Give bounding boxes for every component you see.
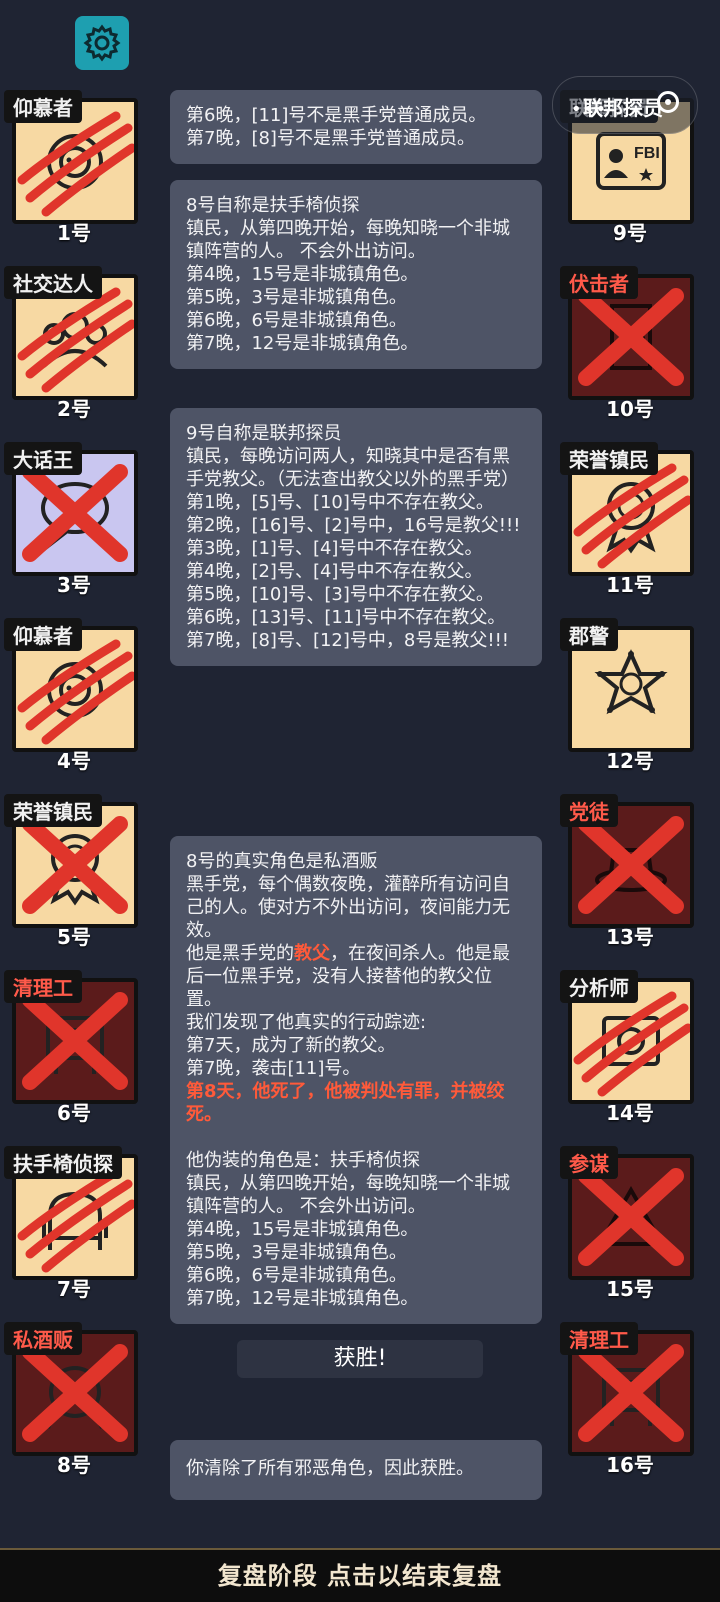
role-tag: 清理工 bbox=[560, 1322, 638, 1355]
role-reveal-card: 8号的真实角色是私酒贩 黑手党，每个偶数夜晚，灌醉所有访问自己的人。使对方不外出… bbox=[170, 836, 542, 1324]
miniprogram-capsule[interactable]: • • • 联邦探员 bbox=[552, 76, 698, 134]
player-number: 1号 bbox=[57, 221, 91, 245]
trace-line: 第7晚，袭击[11]号。 bbox=[186, 1058, 361, 1079]
player-slot[interactable]: 荣誉镇民 5号 bbox=[4, 794, 144, 949]
player-slot[interactable]: 党徒 13号 bbox=[560, 794, 700, 949]
victory-label: 获胜! bbox=[237, 1340, 483, 1378]
log-line: 镇民，每晚访问两人，知晓其中是否有黑手党教父。（无法查出教父以外的黑手党） bbox=[186, 446, 519, 490]
player-slot[interactable]: 分析师 14号 bbox=[560, 970, 700, 1125]
fake-desc: 镇民，从第四晚开始，每晚知晓一个非城镇阵营的人。 不会外出访问。 bbox=[186, 1173, 510, 1217]
player-number: 4号 bbox=[57, 749, 91, 773]
reveal-title: 8号的真实角色是私酒贩 bbox=[186, 851, 378, 872]
player-number: 11号 bbox=[606, 573, 654, 597]
fake-line: 第6晚，6号是非城镇角色。 bbox=[186, 1265, 407, 1286]
log-title: 9号自称是联邦探员 bbox=[186, 423, 342, 444]
settings-button[interactable] bbox=[75, 16, 129, 70]
capsule-role-text: 联邦探员 bbox=[583, 96, 663, 120]
log-line: 第6晚，[11]号不是黑手党普通成员。 bbox=[186, 105, 487, 126]
role-tag: 社交达人 bbox=[4, 266, 102, 299]
player-slot[interactable]: 郡警 12号 bbox=[560, 618, 700, 773]
log-line: 镇民，从第四晚开始，每晚知晓一个非城镇阵营的人。 不会外出访问。 bbox=[186, 218, 510, 262]
player-slot[interactable]: 扶手椅侦探 7号 bbox=[4, 1146, 144, 1301]
role-tag: 荣誉镇民 bbox=[560, 442, 658, 475]
log-line: 第1晚，[5]号、[10]号中不存在教父。 bbox=[186, 492, 494, 513]
sheriff-star-icon bbox=[594, 649, 668, 715]
player-number: 2号 bbox=[57, 397, 91, 421]
role-tag: 仰慕者 bbox=[4, 618, 82, 651]
godfather-word: 教父 bbox=[294, 943, 330, 964]
player-slot[interactable]: 清理工 16号 bbox=[560, 1322, 700, 1477]
log-card-2: 8号自称是扶手椅侦探 镇民，从第四晚开始，每晚知晓一个非城镇阵营的人。 不会外出… bbox=[170, 180, 542, 369]
gear-icon bbox=[83, 24, 121, 62]
log-line: 第7晚，[8]号、[12]号中，8号是教父!!! bbox=[186, 630, 509, 651]
trace-line: 第7天，成为了新的教父。 bbox=[186, 1035, 396, 1056]
fake-line: 第4晚，15号是非城镇角色。 bbox=[186, 1219, 419, 1240]
victory-message-card: 你清除了所有邪恶角色，因此获胜。 bbox=[170, 1440, 542, 1500]
log-line: 第7晚，12号是非城镇角色。 bbox=[186, 333, 419, 354]
log-line: 第3晚，[1]号、[4]号中不存在教父。 bbox=[186, 538, 483, 559]
victory-message: 你清除了所有邪恶角色，因此获胜。 bbox=[186, 1458, 474, 1479]
role-tag: 郡警 bbox=[560, 618, 618, 651]
player-number: 10号 bbox=[606, 397, 654, 421]
player-slot[interactable]: 大话王 3号 bbox=[4, 442, 144, 597]
log-card-3: 9号自称是联邦探员 镇民，每晚访问两人，知晓其中是否有黑手党教父。（无法查出教父… bbox=[170, 408, 542, 666]
log-title: 8号自称是扶手椅侦探 bbox=[186, 195, 360, 216]
role-tag: 分析师 bbox=[560, 970, 638, 1003]
player-number: 13号 bbox=[606, 925, 654, 949]
player-number: 3号 bbox=[57, 573, 91, 597]
log-line: 第6晚，[13]号、[11]号中不存在教父。 bbox=[186, 607, 506, 628]
log-line: 第5晚，[10]号、[3]号中不存在教父。 bbox=[186, 584, 494, 605]
role-tag: 伏击者 bbox=[560, 266, 638, 299]
role-tag: 清理工 bbox=[4, 970, 82, 1003]
log-line: 第4晚，[2]号、[4]号中不存在教父。 bbox=[186, 561, 483, 582]
player-slot[interactable]: 伏击者 10号 bbox=[560, 266, 700, 421]
role-tag: 私酒贩 bbox=[4, 1322, 82, 1355]
role-tag: 党徒 bbox=[560, 794, 618, 827]
player-slot[interactable]: 仰慕者 4号 bbox=[4, 618, 144, 773]
log-line: 第2晚，[16]号、[2]号中，16号是教父!!! bbox=[186, 515, 521, 536]
player-slot[interactable]: 清理工 6号 bbox=[4, 970, 144, 1125]
player-slot[interactable]: 参谋 15号 bbox=[560, 1146, 700, 1301]
trace-header: 我们发现了他真实的行动踪迹: bbox=[186, 1012, 427, 1033]
svg-text:FBI: FBI bbox=[634, 145, 660, 162]
player-slot[interactable]: 仰慕者 1号 bbox=[4, 90, 144, 245]
log-line: 第7晚，[8]号不是黑手党普通成员。 bbox=[186, 128, 475, 149]
log-line: 第5晚，3号是非城镇角色。 bbox=[186, 287, 407, 308]
player-number: 8号 bbox=[57, 1453, 91, 1477]
player-number: 7号 bbox=[57, 1277, 91, 1301]
death-line: 第8天，他死了，他被判处有罪，并被绞死。 bbox=[186, 1081, 505, 1125]
log-card-1: 第6晚，[11]号不是黑手党普通成员。 第7晚，[8]号不是黑手党普通成员。 bbox=[170, 90, 542, 164]
log-line: 第6晚，6号是非城镇角色。 bbox=[186, 310, 407, 331]
fake-line: 第7晚，12号是非城镇角色。 bbox=[186, 1288, 419, 1309]
player-number: 6号 bbox=[57, 1101, 91, 1125]
role-tag: 荣誉镇民 bbox=[4, 794, 102, 827]
player-slot[interactable]: 社交达人 2号 bbox=[4, 266, 144, 421]
player-number: 15号 bbox=[606, 1277, 654, 1301]
player-slot[interactable]: 荣誉镇民 11号 bbox=[560, 442, 700, 597]
fake-line: 第5晚，3号是非城镇角色。 bbox=[186, 1242, 407, 1263]
role-tag: 仰慕者 bbox=[4, 90, 82, 123]
player-number: 9号 bbox=[613, 221, 647, 245]
godfather-line: 他是黑手党的教父，在夜间杀人。他是最后一位黑手党，没有人接替他的教父位置。 bbox=[186, 942, 526, 1011]
player-number: 14号 bbox=[606, 1101, 654, 1125]
player-number: 12号 bbox=[606, 749, 654, 773]
log-line: 第4晚，15号是非城镇角色。 bbox=[186, 264, 419, 285]
player-number: 16号 bbox=[606, 1453, 654, 1477]
role-tag: 参谋 bbox=[560, 1146, 618, 1179]
reveal-desc: 黑手党，每个偶数夜晚，灌醉所有访问自己的人。使对方不外出访问，夜间能力无效。 bbox=[186, 874, 510, 941]
fake-header: 他伪装的角色是：扶手椅侦探 bbox=[186, 1150, 420, 1171]
end-review-bar[interactable]: 复盘阶段 点击以结束复盘 bbox=[0, 1548, 720, 1602]
role-tag: 大话王 bbox=[4, 442, 82, 475]
role-tag: 扶手椅侦探 bbox=[4, 1146, 122, 1179]
close-miniprogram-icon[interactable] bbox=[657, 91, 679, 113]
player-number: 5号 bbox=[57, 925, 91, 949]
godfather-pre: 他是黑手党的 bbox=[186, 943, 294, 964]
player-slot[interactable]: 私酒贩 8号 bbox=[4, 1322, 144, 1477]
